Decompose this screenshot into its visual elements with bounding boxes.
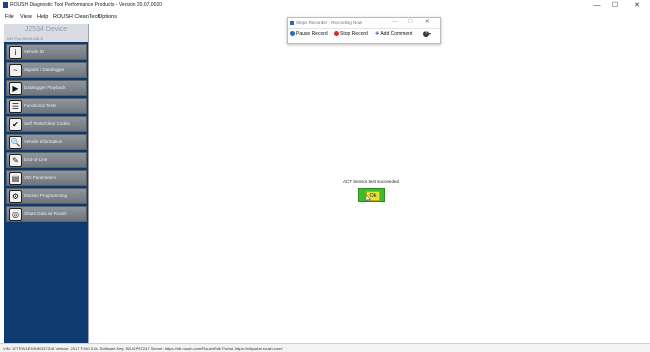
status-bar: VIN: 1FTEW1E53HKD57318 Vehicle: 2017 F15… [0,343,650,352]
add-comment-label: Add Comment [380,31,413,37]
sidebar-item-vid-parameters[interactable]: ▤ VID Parameters [6,170,87,186]
sidebar-item-label: Datalogger Playback [24,85,66,90]
gear-icon: ⚙ [9,190,22,203]
waveform-icon: ~ [9,64,22,77]
title-bar: ROUSH Diagnostic Tool Performance Produc… [0,0,650,11]
stop-icon [334,31,339,37]
add-comment-button[interactable]: ✚ Add Comment [375,31,412,37]
sidebar-item-label: Vehicle ID [24,49,45,54]
sidebar-item-end-of-line[interactable]: ✎ End-of-Line [6,152,87,168]
recorder-divider [288,28,440,29]
menu-roush-cleantech[interactable]: ROUSH CleanTech [53,14,100,20]
play-icon: ▶ [9,82,22,95]
result-message: ACT Sensor test succeeded [343,179,399,184]
recorder-title: Steps Recorder - Recording Now [290,20,362,25]
sidebar-item-label: Signals / Datalogger [24,67,65,72]
share-icon: ◎ [9,208,22,221]
minimize-button[interactable]: — [588,0,606,11]
menu-file[interactable]: File [5,14,14,20]
sidebar-item-datalogger-playback[interactable]: ▶ Datalogger Playback [6,80,87,96]
recorder-maximize-button[interactable]: ☐ [408,19,413,25]
recorder-app-icon [290,20,294,25]
edit-icon: ✎ [9,154,22,167]
sidebar-item-vehicle-information[interactable]: 🔍 Vehicle Information [6,134,87,150]
recorder-title-text: Steps Recorder - Recording Now [296,20,363,25]
menu-view[interactable]: View [20,14,32,20]
chevron-down-icon: ▾ [429,31,432,36]
pause-icon [290,31,295,37]
sidebar-item-label: Module Programming [24,193,68,198]
grid-icon: ▤ [9,172,22,185]
sidebar-item-signals-datalogger[interactable]: ~ Signals / Datalogger [6,62,87,78]
sidebar-item-label: End-of-Line [24,157,48,162]
pause-record-label: Pause Record [296,31,328,37]
steps-recorder-window: Steps Recorder - Recording Now — ☐ ✕ Pau… [287,17,441,44]
sidebar-item-self-tests-clear-codes[interactable]: ✔ Self Tests/Clear Codes [6,116,87,132]
sidebar-item-label: Functional Tests [24,103,57,108]
recorder-close-button[interactable]: ✕ [425,19,430,25]
device-name: J2534 Device [4,24,88,35]
sidebar: J2534 Device NO Port AVAILABLE i Vehicle… [4,24,88,343]
sidebar-item-label: Self Tests/Clear Codes [24,121,70,126]
stop-record-button[interactable]: Stop Record [334,31,368,37]
maximize-button[interactable]: ☐ [606,0,624,11]
magnifier-icon: 🔍 [9,136,22,149]
menu-options[interactable]: Options [98,14,117,20]
stop-record-label: Stop Record [340,31,368,37]
device-status: NO Port AVAILABLE [4,35,88,42]
info-icon: i [9,46,22,59]
pause-record-button[interactable]: Pause Record [290,31,328,37]
app-icon [3,2,8,8]
sidebar-item-functional-tests[interactable]: ☰ Functional Tests [6,98,87,114]
mouse-cursor-icon [366,195,372,202]
help-dropdown-button[interactable]: ? ▾ [423,31,431,37]
sidebar-item-label: VID Parameters [24,175,57,180]
close-button[interactable]: ✕ [628,0,646,11]
window-title: ROUSH Diagnostic Tool Performance Produc… [10,2,162,8]
recorder-minimize-button[interactable]: — [392,19,398,25]
list-icon: ☰ [9,100,22,113]
checkmark-icon: ✔ [9,118,22,131]
comment-icon: ✚ [375,31,380,37]
sidebar-item-module-programming[interactable]: ⚙ Module Programming [6,188,87,204]
sidebar-item-vehicle-id[interactable]: i Vehicle ID [6,44,87,60]
sidebar-item-label: Vehicle Information [24,139,63,144]
sidebar-item-share-data[interactable]: ◎ Share Data w/ Roush [6,206,87,222]
sidebar-item-label: Share Data w/ Roush [24,211,67,216]
menu-help[interactable]: Help [37,14,48,20]
